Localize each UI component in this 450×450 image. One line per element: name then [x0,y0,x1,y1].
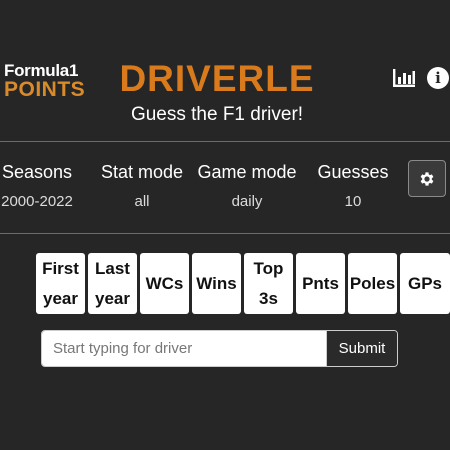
setting-value: 10 [344,193,362,210]
setting-value: all [134,193,150,210]
column-header-label: year [95,288,130,308]
divider [0,233,450,234]
setting-label: Guesses [317,162,389,182]
column-header-label: GPs [407,273,443,293]
setting-seasons: Seasons 2000-2022 [0,162,74,210]
column-header-last-year: Last year [88,253,137,314]
column-header-label: WCs [145,273,184,293]
column-header-wins: Wins [192,253,241,314]
setting-guesses: Guesses 10 [314,162,392,210]
setting-label: Game mode [197,162,297,182]
column-header-label: Last [95,258,130,278]
column-header-label: year [43,288,78,308]
setting-label: Seasons [1,162,73,182]
divider [0,141,450,142]
column-header-label: Wins [196,273,237,293]
column-header-poles: Poles [348,253,397,314]
page-subtitle: Guess the F1 driver! [130,104,304,125]
bar-chart-icon[interactable] [392,66,416,90]
column-header-label: Pnts [302,273,339,293]
settings-button[interactable] [408,160,446,197]
column-header-label: First [42,258,79,278]
column-header-pnts: Pnts [296,253,345,314]
column-header-label: Top [253,258,284,278]
page: Formula1 POINTS DRIVERLE Guess the F1 dr… [0,0,450,450]
setting-stat-mode: Stat mode all [97,162,187,210]
column-header-label: 3s [259,288,278,308]
setting-value: daily [231,193,263,210]
setting-label: Stat mode [100,162,184,182]
info-icon[interactable]: i [426,66,450,90]
column-header-wcs: WCs [140,253,189,314]
setting-value: 2000-2022 [1,193,73,210]
guess-form: Submit [41,330,398,367]
driver-search-input[interactable] [42,331,326,366]
submit-button[interactable]: Submit [326,331,397,366]
column-header-first-year: First year [36,253,85,314]
column-header-gps: GPs [400,253,450,314]
column-header-label: Poles [349,273,396,293]
page-title: DRIVERLE [119,58,315,99]
setting-game-mode: Game mode daily [194,162,300,210]
gear-icon [420,171,434,186]
column-header-top-3s: Top 3s [244,253,293,314]
info-glyph: i [427,67,449,89]
